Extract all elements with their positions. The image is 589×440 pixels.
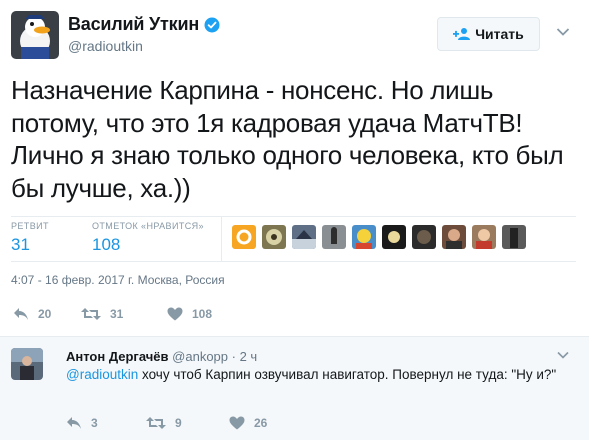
reply-icon — [14, 308, 28, 320]
like-count: 108 — [192, 307, 213, 321]
reply-header: Антон Дергачёв @ankopp · 2 ч — [66, 349, 257, 364]
likers-avatars — [232, 225, 532, 249]
like-stat[interactable]: ОТМЕТОК «НРАВИТСЯ» 108 — [92, 221, 204, 255]
reply-button[interactable]: 20 — [13, 307, 81, 321]
liker-avatar[interactable] — [292, 225, 316, 249]
liker-avatar[interactable] — [352, 225, 376, 249]
main-tweet: Василий Уткин @radioutkin Читать Назначе… — [0, 0, 589, 335]
liker-avatar[interactable] — [442, 225, 466, 249]
reply-icon — [67, 417, 81, 429]
reply-time[interactable]: · 2 ч — [232, 349, 258, 364]
reply-count: 20 — [38, 307, 52, 321]
author-handle[interactable]: @radioutkin — [68, 38, 143, 54]
retweet-count: 31 — [110, 307, 124, 321]
heart-icon — [229, 416, 245, 430]
reply-button[interactable]: 3 — [66, 416, 146, 430]
tweet-actions: 20 31 108 — [13, 304, 212, 324]
tweet-timestamp[interactable]: 4:07 - 16 февр. 2017 г. — [11, 273, 134, 287]
tweet-stats: РЕТВИТ 31 ОТМЕТОК «НРАВИТСЯ» 108 — [11, 216, 576, 262]
liker-avatar[interactable] — [502, 225, 526, 249]
chevron-down-icon[interactable] — [556, 27, 570, 37]
chevron-down-icon[interactable] — [557, 351, 569, 359]
liker-avatar[interactable] — [412, 225, 436, 249]
reply-body: хочу чтоб Карпин озвучивал навигатор. По… — [138, 367, 557, 382]
retweet-button[interactable]: 31 — [81, 307, 167, 321]
like-stat-value: 108 — [92, 235, 121, 254]
retweet-icon — [81, 308, 101, 320]
author-avatar[interactable] — [11, 11, 59, 59]
reply-tweet: Антон Дергачёв @ankopp · 2 ч @radioutkin… — [0, 336, 589, 440]
retweet-stat-value: 31 — [11, 235, 30, 254]
liker-avatar[interactable] — [262, 225, 286, 249]
like-count: 26 — [254, 416, 268, 430]
tweet-meta: 4:07 - 16 февр. 2017 г. Москва, Россия — [11, 273, 225, 287]
tweet-location[interactable]: Москва, Россия — [138, 273, 225, 287]
liker-avatar[interactable] — [382, 225, 406, 249]
reply-text: @radioutkin хочу чтоб Карпин озвучивал н… — [66, 366, 571, 384]
like-stat-label: ОТМЕТОК «НРАВИТСЯ» — [92, 221, 204, 231]
follow-button[interactable]: Читать — [437, 17, 540, 51]
reply-mention[interactable]: @radioutkin — [66, 367, 138, 382]
reply-author-avatar[interactable] — [11, 348, 43, 380]
retweet-stat-label: РЕТВИТ — [11, 221, 49, 231]
retweet-button[interactable]: 9 — [146, 416, 229, 430]
retweet-stat[interactable]: РЕТВИТ 31 — [11, 221, 49, 255]
like-button[interactable]: 26 — [229, 416, 267, 430]
author-name[interactable]: Василий Уткин — [68, 14, 199, 35]
stats-divider — [221, 217, 222, 262]
retweet-count: 9 — [175, 416, 182, 430]
reply-author-handle[interactable]: @ankopp — [172, 349, 228, 364]
reply-author-name[interactable]: Антон Дергачёв — [66, 349, 169, 364]
reply-actions: 3 9 26 — [66, 413, 267, 433]
retweet-icon — [146, 417, 166, 429]
liker-avatar[interactable] — [232, 225, 256, 249]
add-user-icon — [453, 28, 471, 40]
author-name-row: Василий Уткин — [68, 14, 220, 35]
tweet-text: Назначение Карпина - нонсенс. Но лишь по… — [11, 75, 564, 203]
verified-badge-icon — [204, 17, 220, 32]
liker-avatar[interactable] — [322, 225, 346, 249]
reply-count: 3 — [91, 416, 98, 430]
heart-icon — [167, 307, 183, 321]
follow-button-label: Читать — [475, 26, 524, 42]
like-button[interactable]: 108 — [167, 307, 212, 321]
liker-avatar[interactable] — [472, 225, 496, 249]
